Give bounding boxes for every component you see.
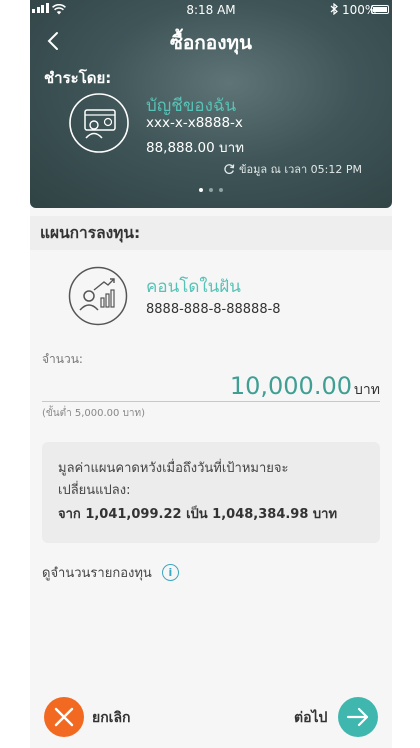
status-bar: 8:18 AM 100% <box>30 2 392 20</box>
account-number: xxx-x-x8888-x <box>146 115 243 131</box>
account-balance: 88,888.00 บาท <box>146 140 245 156</box>
page-dot <box>209 188 213 192</box>
page-title: ซื้อกองทุน <box>169 32 252 54</box>
bank-card-user-icon <box>69 93 129 153</box>
page-indicator[interactable] <box>30 188 392 192</box>
app-screen: 8:18 AM 100% ซื้อกองทุน ชำระโดย: บัญชีขอ… <box>30 0 392 748</box>
close-icon <box>54 707 74 727</box>
projection-text-line1: มูลค่าแผนคาดหวังเมื่อถึงวันที่เป้าหมายจะ <box>58 461 289 476</box>
payment-card-header[interactable]: 8:18 AM 100% ซื้อกองทุน ชำระโดย: บัญชีขอ… <box>30 0 392 208</box>
page-dot <box>219 188 223 192</box>
amount-input[interactable]: 10,000.00 บาท <box>42 370 380 402</box>
amount-value[interactable]: 10,000.00 <box>230 372 352 400</box>
data-timestamp: ข้อมูล ณ เวลา 05:12 PM <box>223 160 362 178</box>
refresh-icon[interactable] <box>223 163 235 175</box>
fund-details-link[interactable]: ดูจำนวนรายกองทุน i <box>42 562 179 583</box>
projection-text-line2: เปลี่ยนแปลง: <box>58 483 131 498</box>
minimum-amount-hint: (ขั้นต่ำ 5,000.00 บาท) <box>42 408 146 419</box>
next-button[interactable] <box>338 697 378 737</box>
next-label[interactable]: ต่อไป <box>294 707 327 729</box>
cancel-label[interactable]: ยกเลิก <box>92 707 131 729</box>
info-icon[interactable]: i <box>161 564 179 581</box>
amount-unit: บาท <box>354 382 380 398</box>
plan-section-header: แผนการลงทุน: <box>30 216 392 250</box>
projection-info-box: มูลค่าแผนคาดหวังเมื่อถึงวันที่เป้าหมายจะ… <box>42 442 380 543</box>
plan-name: คอนโดในฝัน <box>146 277 241 297</box>
arrow-right-icon <box>346 707 369 727</box>
pay-by-label: ชำระโดย: <box>44 69 112 87</box>
investor-growth-icon <box>68 266 128 326</box>
amount-label: จำนวน: <box>42 352 83 366</box>
page-dot-active <box>199 188 203 192</box>
battery-icon <box>371 5 389 14</box>
updated-text: ข้อมูล ณ เวลา 05:12 PM <box>239 163 362 176</box>
plan-number: 8888-888-8-88888-8 <box>146 302 281 317</box>
fund-details-label[interactable]: ดูจำนวนรายกองทุน <box>42 562 152 583</box>
cancel-button[interactable] <box>44 697 84 737</box>
projection-value: จาก 1,041,099.22 เป็น 1,048,384.98 บาท <box>58 507 338 522</box>
bluetooth-icon <box>330 3 338 15</box>
